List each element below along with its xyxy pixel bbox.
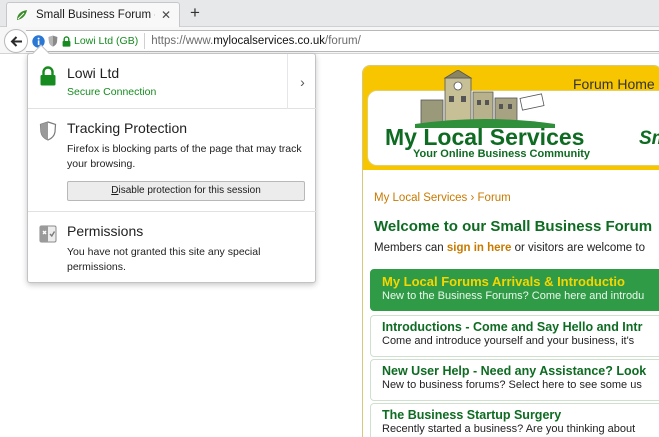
back-button[interactable] (4, 29, 28, 53)
sign-in-link[interactable]: sign in here (447, 242, 512, 254)
address-bar[interactable]: Lowi Ltd (GB) https://www.mylocalservice… (26, 30, 659, 52)
navigation-bar: Lowi Ltd (GB) https://www.mylocalservice… (0, 27, 659, 54)
forum-title[interactable]: Introductions - Come and Say Hello and I… (382, 320, 659, 334)
forum-description: New to the Business Forums? Come here an… (382, 290, 645, 302)
tab-title: Small Business Forum - Fri... (36, 9, 155, 21)
new-tab-button[interactable]: + (185, 3, 205, 23)
disable-protection-button[interactable]: Disable protection for this session (67, 181, 305, 201)
url-host: mylocalservices.co.uk (213, 35, 326, 47)
site-favicon-icon (17, 10, 27, 20)
breadcrumb[interactable]: My Local Services › Forum (374, 192, 511, 204)
tracking-shield-icon[interactable] (48, 35, 58, 47)
tab-strip: Small Business Forum - Fri... ✕ + (0, 0, 659, 27)
forum-home-link[interactable]: Forum Home (573, 76, 655, 92)
disable-protection-label: isable protection for this session (118, 185, 261, 196)
tracking-protection-text: Firefox is blocking parts of the page th… (67, 143, 302, 170)
site-container: Forum Home My Local Services Your Online… (362, 65, 659, 437)
forum-description: Come and introduce yourself and your bus… (382, 335, 635, 347)
members-intro-pre: Members can (374, 242, 447, 254)
url-separator (144, 33, 146, 49)
secure-lock-icon (40, 66, 56, 86)
back-arrow-icon (10, 35, 22, 47)
page-title: Welcome to our Small Business Forum (374, 218, 653, 235)
tab-active[interactable]: Small Business Forum - Fri... ✕ (6, 2, 180, 27)
site-identity-popup: Lowi Ltd Secure Connection › Tracking Pr… (27, 44, 317, 284)
identity-label[interactable]: Lowi Ltd (GB) (74, 35, 138, 47)
permissions-text: You have not granted this site any speci… (67, 246, 261, 273)
url-path: /forum/ (325, 35, 361, 47)
site-tagline: Your Online Business Community (413, 148, 591, 160)
connection-status: Secure Connection (67, 86, 157, 98)
tracking-shield-icon (39, 121, 57, 141)
forum-title[interactable]: My Local Forums Arrivals & Introductio (382, 274, 659, 289)
permissions-heading: Permissions (67, 223, 144, 239)
forum-description: Recently started a business? Are you thi… (382, 423, 636, 435)
forum-item-arrivals[interactable]: My Local Forums Arrivals & Introductio N… (370, 269, 659, 311)
tracking-protection-section: Tracking Protection Firefox is blocking … (28, 109, 317, 212)
identity-section: Lowi Ltd Secure Connection › (28, 54, 317, 109)
url-prefix: https://www. (151, 35, 214, 47)
url-text[interactable]: https://www.mylocalservices.co.uk/forum/ (151, 35, 361, 47)
site-header-side-text: Sm (639, 128, 659, 149)
identity-expand-button[interactable]: › (287, 54, 317, 109)
forum-item-new-user-help[interactable]: New User Help - Need any Assistance? Loo… (370, 359, 659, 401)
site-logo-buildings-icon (415, 70, 555, 128)
tracking-protection-heading: Tracking Protection (67, 120, 188, 136)
forum-title[interactable]: The Business Startup Surgery (382, 408, 659, 422)
forum-item-introductions[interactable]: Introductions - Come and Say Hello and I… (370, 315, 659, 357)
chevron-right-icon: › (300, 73, 305, 90)
members-intro: Members can sign in here or visitors are… (374, 242, 645, 254)
forum-title[interactable]: New User Help - Need any Assistance? Loo… (382, 364, 659, 378)
site-title[interactable]: My Local Services (385, 124, 584, 151)
permissions-icon (39, 225, 57, 243)
forum-item-startup-surgery[interactable]: The Business Startup Surgery Recently st… (370, 403, 659, 437)
tab-close-icon[interactable]: ✕ (159, 8, 173, 22)
identity-owner-name: Lowi Ltd (67, 65, 120, 81)
forum-description: New to business forums? Select here to s… (382, 379, 642, 391)
permissions-section: Permissions You have not granted this si… (28, 212, 317, 284)
members-intro-post: or visitors are welcome to (511, 242, 645, 254)
secure-lock-icon (62, 35, 71, 47)
